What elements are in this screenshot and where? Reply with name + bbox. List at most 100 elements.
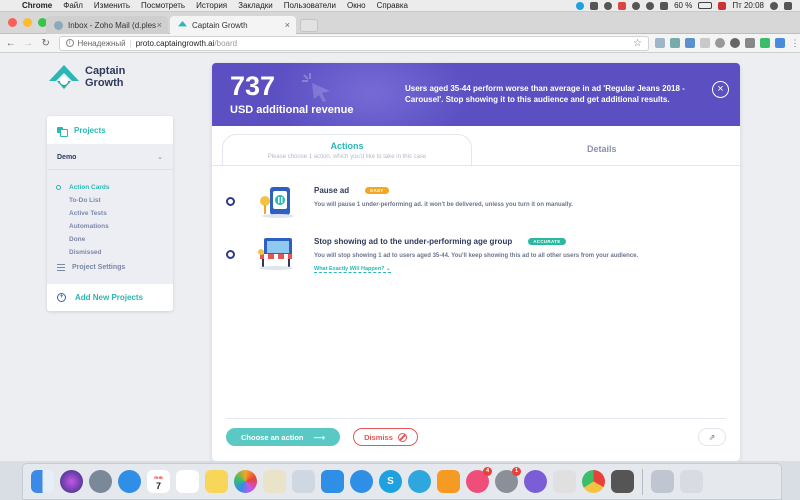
close-tab-icon[interactable]: × (157, 20, 162, 30)
sidebar-item-action-cards[interactable]: Action Cards (56, 181, 109, 194)
add-new-project-button[interactable]: + Add New Projects (47, 284, 173, 311)
safari-icon[interactable] (118, 470, 141, 493)
pdf-app-icon[interactable] (553, 470, 576, 493)
battery-icon[interactable] (698, 2, 713, 9)
extension-icon[interactable] (655, 38, 666, 48)
notes-icon[interactable] (205, 470, 228, 493)
stickies-icon[interactable] (263, 470, 286, 493)
bluetooth-icon[interactable] (632, 1, 641, 10)
downloads-stack-icon[interactable] (651, 470, 674, 493)
skype-status-icon[interactable] (576, 1, 585, 10)
menu-edit[interactable]: Изменить (94, 1, 130, 10)
sidebar-item-automations[interactable]: Automations (69, 220, 109, 233)
action-radio[interactable] (226, 197, 235, 206)
action-option-stop-age-group[interactable]: Stop showing ad to the under-performing … (212, 233, 740, 283)
extension-icon[interactable] (775, 38, 786, 48)
sidebar-item-dismissed[interactable]: Dismissed (69, 246, 109, 259)
telegram-icon[interactable] (408, 470, 431, 493)
action-radio[interactable] (226, 250, 235, 259)
choose-action-button[interactable]: Choose an action ⟶ (226, 428, 340, 446)
battery-percent[interactable]: 60 % (674, 1, 692, 10)
menu-file[interactable]: Файл (63, 1, 83, 10)
menubar-clock[interactable]: Пт 20:08 (732, 1, 764, 10)
chrome-menu-icon[interactable]: ⋮ (790, 38, 800, 48)
captain-growth-logo[interactable]: Captain Growth (48, 63, 125, 91)
photos-icon[interactable] (234, 470, 257, 493)
browser-tab-zoho[interactable]: Inbox - Zoho Mail (d.pleshakov × (46, 16, 168, 34)
viber-icon[interactable] (524, 470, 547, 493)
skype-icon[interactable]: S (379, 470, 402, 493)
address-bar[interactable]: i Ненадежный | proto.captaingrowth.ai /b… (58, 35, 650, 51)
reload-icon[interactable]: ↻ (39, 38, 53, 49)
extension-icon[interactable] (670, 38, 681, 48)
dismiss-button[interactable]: Dismiss (353, 428, 418, 446)
notification-badge: 4 (483, 467, 492, 476)
extension-icon[interactable] (745, 38, 756, 48)
extensions-area: ⋮ (655, 38, 800, 48)
close-tab-icon[interactable]: × (285, 20, 290, 30)
sidebar-item-done[interactable]: Done (69, 233, 109, 246)
extension-icon[interactable] (760, 38, 771, 48)
share-icon: ⇗ (708, 432, 716, 442)
app-store-icon[interactable] (350, 470, 373, 493)
keynote-icon[interactable] (321, 470, 344, 493)
extension-icon[interactable] (700, 38, 711, 48)
menu-window[interactable]: Окно (347, 1, 366, 10)
project-name[interactable]: Demo (57, 154, 76, 161)
extension-icon[interactable] (715, 38, 726, 48)
browser-toolbar: ← → ↻ i Ненадежный | proto.captaingrowth… (0, 34, 800, 53)
menu-view[interactable]: Посмотреть (141, 1, 185, 10)
dropbox-status-icon[interactable] (590, 1, 599, 10)
wifi-icon[interactable] (646, 1, 655, 10)
minimize-window-button[interactable] (23, 18, 32, 27)
sidebar-item-project-settings[interactable]: Project Settings (57, 264, 125, 271)
extension-icon[interactable] (685, 38, 696, 48)
tabs-divider (212, 165, 740, 166)
keyboard-layout-icon[interactable] (718, 1, 727, 10)
extension-icon[interactable] (730, 38, 741, 48)
preview-icon[interactable] (292, 470, 315, 493)
gmail-status-icon[interactable] (618, 1, 627, 10)
browser-tab-captain-growth[interactable]: Captain Growth × (170, 16, 296, 34)
info-icon[interactable]: i (65, 39, 74, 47)
volume-icon[interactable] (660, 1, 669, 10)
menu-help[interactable]: Справка (377, 1, 408, 10)
security-label[interactable]: Ненадежный (78, 39, 126, 48)
forward-arrow-icon[interactable]: → (22, 38, 36, 49)
itunes-icon[interactable]: 4 (466, 467, 492, 493)
tab-details[interactable]: Details (587, 144, 617, 154)
share-button[interactable]: ⇗ (698, 428, 726, 446)
sidebar-item-projects[interactable]: Projects (47, 116, 173, 144)
ibooks-icon[interactable] (437, 470, 460, 493)
menu-app-name[interactable]: Chrome (22, 1, 52, 10)
calendar-icon[interactable]: ЯНВ 7 (147, 470, 170, 493)
reminders-icon[interactable] (176, 470, 199, 493)
menu-bookmarks[interactable]: Закладки (238, 1, 273, 10)
sidebar-item-active-tests[interactable]: Active Tests (69, 207, 109, 220)
finder-icon[interactable] (31, 470, 54, 493)
spotlight-search-icon[interactable] (770, 1, 778, 10)
close-card-button[interactable]: × (712, 81, 729, 98)
sidebar-item-to-do-list[interactable]: To-Do List (69, 194, 109, 207)
launchpad-icon[interactable] (89, 470, 112, 493)
notification-center-icon[interactable] (784, 1, 792, 10)
chevron-down-icon[interactable]: ⌄ (157, 153, 163, 161)
what-will-happen-link[interactable]: What Exactly Will Happen? ⌄ (314, 266, 391, 273)
macos-dock-area: ЯНВ 7 S 4 1 (0, 461, 800, 500)
new-tab-button[interactable] (300, 19, 318, 32)
tab-actions[interactable]: Actions Please choose 1 action, which yo… (222, 134, 472, 166)
chrome-icon[interactable] (582, 470, 605, 493)
sidebar-item-label: To-Do List (69, 197, 101, 204)
back-arrow-icon[interactable]: ← (4, 38, 18, 49)
siri-icon[interactable] (60, 470, 83, 493)
menu-users[interactable]: Пользователи (284, 1, 336, 10)
bookmark-star-icon[interactable]: ☆ (633, 38, 642, 49)
menu-history[interactable]: История (196, 1, 227, 10)
macos-dock: ЯНВ 7 S 4 1 (22, 463, 782, 500)
printer-icon[interactable] (611, 470, 634, 493)
action-option-pause-ad[interactable]: Pause ad EASY You will pause 1 under-per… (212, 180, 740, 230)
close-window-button[interactable] (8, 18, 17, 27)
sync-status-icon[interactable] (604, 1, 613, 10)
system-preferences-icon[interactable]: 1 (495, 467, 521, 493)
trash-icon[interactable] (680, 470, 703, 493)
